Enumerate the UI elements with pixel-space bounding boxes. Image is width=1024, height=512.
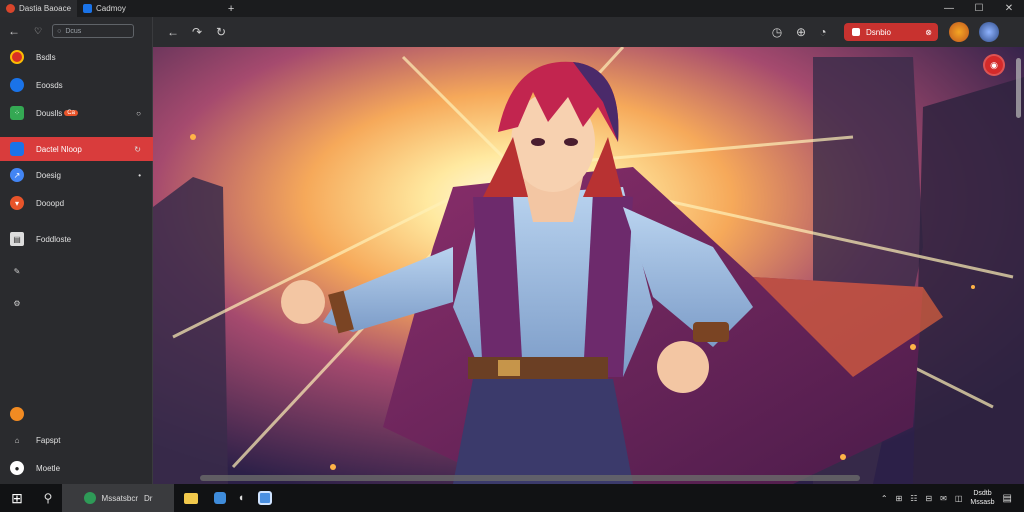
tab-dastia-baoace[interactable]: Dastia Baoace: [0, 0, 78, 17]
sidebar-item-moetle[interactable]: ● Moetle: [0, 456, 153, 480]
sidebar-item-settings[interactable]: ⚙: [0, 291, 153, 315]
sidebar-item-label: Bsdls: [36, 52, 56, 62]
clock[interactable]: Dsdtb Mssasb: [970, 489, 994, 507]
sidebar: ← ♡ ○ Dcus Bsdls Eoosds ⁘ Douslls Ca ○ D…: [0, 17, 153, 484]
sidebar-item-dooopd[interactable]: ▾ Dooopd: [0, 191, 153, 215]
bookmark-icon[interactable]: ◔: [811, 20, 835, 44]
sidebar-item-pin[interactable]: ✎: [0, 259, 153, 283]
sidebar-item-label: Dactel Nloop: [36, 144, 82, 154]
browser-toolbar: ← ↷ ↻ ◷ ⊕ ◔ Dsnbio ⊗: [153, 17, 1024, 47]
shield-tab-icon: [6, 4, 15, 13]
sidebar-item-doesig[interactable]: ↗ Doesig •: [0, 163, 153, 187]
sidebar-item-douslls[interactable]: ⁘ Douslls Ca ○: [0, 101, 153, 125]
tab-placeholder[interactable]: [132, 0, 222, 17]
close-button[interactable]: ✕: [994, 0, 1024, 17]
profile-circle-icon: ●: [10, 461, 24, 475]
sidebar-search-input[interactable]: ○ Dcus: [52, 24, 135, 38]
start-button[interactable]: ⊞: [0, 484, 34, 512]
sidebar-item-dactel-nloop[interactable]: Dactel Nloop ↻: [0, 137, 153, 161]
tab-label: Dastia Baoace: [19, 4, 72, 13]
sidebar-item-orange[interactable]: [0, 402, 153, 426]
sidebar-item-label: Moetle: [36, 463, 61, 473]
vertical-scrollbar[interactable]: [1016, 58, 1021, 118]
sidebar-item-bsdls[interactable]: Bsdls: [0, 45, 153, 69]
taskbar-app-label: Mssatsbcr: [101, 493, 138, 503]
sidebar-item-label: Dooopd: [36, 198, 65, 208]
pin-icon: ✎: [13, 266, 21, 276]
hero-illustration: [153, 47, 1024, 484]
sidebar-item-fapspt[interactable]: ⌂ Fapspt: [0, 428, 153, 452]
forward-icon[interactable]: ↷: [185, 20, 209, 44]
blue-circle-icon: [10, 78, 24, 92]
translate-icon[interactable]: ⊕: [789, 20, 813, 44]
clock-date: Mssasb: [970, 499, 995, 506]
new-tab-button[interactable]: +: [222, 0, 240, 17]
page-artwork: ◉: [153, 47, 1024, 484]
app-icon-4[interactable]: [250, 484, 280, 512]
back-button[interactable]: ←: [161, 20, 185, 44]
tray-icon-1[interactable]: ⊞: [896, 494, 903, 503]
history-icon[interactable]: ◷: [765, 20, 789, 44]
back-arrow-icon[interactable]: ←: [8, 24, 20, 38]
app-icon-3[interactable]: ◖: [232, 484, 250, 512]
sidebar-header: ← ♡ ○ Dcus: [0, 17, 152, 45]
app-icon-2[interactable]: [208, 484, 232, 512]
app-square-icon: [10, 142, 24, 156]
action-label: Dsnbio: [866, 27, 891, 37]
sidebar-item-label: Doesig: [36, 170, 61, 180]
red-circle-icon: [10, 50, 24, 64]
taskbar-app-suffix: Dr: [144, 493, 153, 503]
search-placeholder: Dcus: [65, 27, 82, 35]
sidebar-item-label: Douslls: [36, 108, 63, 118]
sidebar-item-eoosds[interactable]: Eoosds: [0, 73, 153, 97]
tray-icon-2[interactable]: ☷: [910, 494, 917, 503]
blue-swirl-icon: ↗: [10, 168, 24, 182]
sidebar-item-label: Eoosds: [36, 80, 63, 90]
system-tray: ⌃ ⊞ ☷ ⊟ ✉ ◫ Dsdtb Mssasb ▤: [881, 489, 1024, 507]
search-button[interactable]: ⚲: [34, 484, 62, 512]
toggle-icon[interactable]: ○: [136, 109, 141, 118]
title-bar: Dastia Baoace Cadmoy + — ☐ ✕: [0, 0, 1024, 17]
extension-avatar[interactable]: [949, 22, 969, 42]
app-logo-icon: [83, 492, 96, 504]
tab-cadmoy[interactable]: Cadmoy: [77, 0, 132, 17]
action-button[interactable]: Dsnbio ⊗: [844, 23, 938, 41]
film-icon: ▤: [10, 232, 24, 246]
chevron-up-icon[interactable]: ⌃: [881, 494, 888, 503]
notification-badge-icon[interactable]: ◉: [983, 54, 1005, 76]
grid-icon: ⁘: [10, 106, 24, 120]
reload-button[interactable]: ↻: [209, 20, 233, 44]
taskbar-app-active[interactable]: Mssatsbcr Dr: [62, 484, 174, 512]
taskbar: ⊞ ⚲ Mssatsbcr Dr ◖ ⌃ ⊞ ☷ ⊟ ✉ ◫ Dsdtb Mss…: [0, 484, 1024, 512]
file-explorer-icon[interactable]: [174, 484, 208, 512]
refresh-icon[interactable]: ↻: [134, 145, 141, 154]
dot-icon: •: [138, 170, 141, 180]
tray-icon-3[interactable]: ⊟: [925, 494, 932, 503]
maximize-button[interactable]: ☐: [964, 0, 994, 17]
settings-icon: ⚙: [13, 298, 21, 308]
window-controls: — ☐ ✕: [934, 0, 1024, 17]
sidebar-item-label: Foddloste: [36, 234, 72, 244]
sidebar-item-label: Fapspt: [36, 435, 61, 445]
profile-avatar[interactable]: [979, 22, 999, 42]
app-square-icon: [852, 28, 860, 36]
close-icon[interactable]: ⊗: [925, 28, 932, 37]
horizontal-scrollbar[interactable]: [200, 475, 860, 481]
basket-icon: ⌂: [14, 435, 20, 445]
heart-icon[interactable]: ♡: [34, 26, 42, 37]
tab-label: Cadmoy: [96, 4, 126, 13]
tray-icon-5[interactable]: ◫: [955, 494, 963, 503]
blue-app-tab-icon: [83, 4, 93, 13]
tray-icon-4[interactable]: ✉: [940, 494, 947, 503]
notifications-icon[interactable]: ▤: [1003, 493, 1012, 504]
clock-time: Dsdtb: [973, 490, 992, 497]
sidebar-item-badge: Ca: [64, 110, 78, 116]
search-icon: ○: [57, 27, 62, 35]
red-shield-icon: ▾: [10, 196, 24, 210]
minimize-button[interactable]: —: [934, 0, 964, 17]
sidebar-item-foddloste[interactable]: ▤ Foddloste: [0, 225, 153, 253]
orange-dot-icon: [10, 407, 24, 421]
